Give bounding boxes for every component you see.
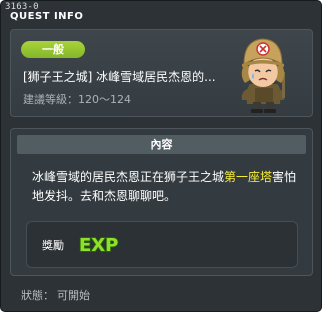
window-title: QUEST INFO [10,11,84,22]
status-label: 狀態： [21,289,54,302]
exp-icon: EXP [78,234,119,256]
quest-info-window: 3163-0 QUEST INFO 一般 [狮子王之城] 冰峰雪域居民杰恩的..… [0,0,322,312]
exp-icon-text: EXP [79,235,118,256]
quest-category-badge: 一般 [21,41,85,58]
reward-label: 獎勵 [42,239,64,252]
content-header: 內容 [17,135,306,154]
description-highlight: 第一座塔 [224,170,273,184]
npc-portrait-icon [241,38,285,113]
quest-name: [狮子王之城] 冰峰雪域居民杰恩的... [23,70,216,84]
quest-content-panel: 內容 冰峰雪域的居民杰恩正在狮子王之城第一座塔害怕地发抖。去和杰恩聊聊吧。 獎勵… [10,128,313,276]
quest-header-panel: 一般 [狮子王之城] 冰峰雪域居民杰恩的... 建議等級：120～124 [10,29,313,117]
quest-description: 冰峰雪域的居民杰恩正在狮子王之城第一座塔害怕地发抖。去和杰恩聊聊吧。 [32,168,304,206]
description-text-start: 冰峰雪域的居民杰恩正在狮子王之城 [32,170,225,184]
reward-box: 獎勵 EXP [26,221,298,268]
recommended-level: 建議等級：120～124 [23,93,131,106]
status-value: 可開始 [57,289,90,302]
